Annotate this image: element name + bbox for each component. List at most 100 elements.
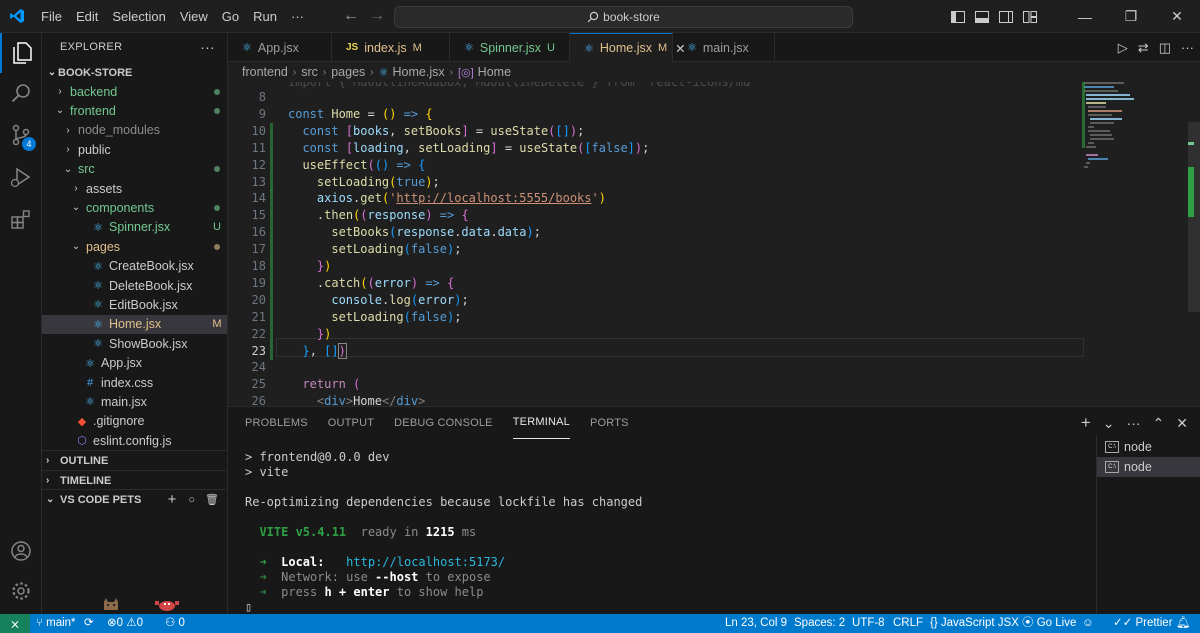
tree-file[interactable]: ⚛ EditBook.jsx xyxy=(42,295,227,314)
tab-terminal[interactable]: TERMINAL xyxy=(512,407,570,439)
maximize-panel-icon[interactable]: ⌃ xyxy=(1153,415,1165,432)
tab-output[interactable]: OUTPUT xyxy=(328,407,374,439)
remote-icon[interactable]: ⨯ xyxy=(0,614,30,633)
pets-section[interactable]: ⌄ VS CODE PETS + ○ 🗑 xyxy=(42,489,227,509)
menu-more[interactable]: ··· xyxy=(284,0,311,33)
close-panel-icon[interactable]: ✕ xyxy=(1176,415,1188,432)
editor-more-icon[interactable]: ··· xyxy=(1181,40,1194,55)
tree-folder[interactable]: › node_modules xyxy=(42,121,227,140)
panel-more-icon[interactable]: ··· xyxy=(1127,415,1141,431)
cursor-position[interactable]: Ln 23, Col 9 xyxy=(725,614,787,633)
tab-problems[interactable]: PROBLEMS xyxy=(245,407,308,439)
terminal-instance[interactable]: C:\ node xyxy=(1097,457,1200,477)
workspace-root[interactable]: ⌄ BOOK-STORE xyxy=(42,63,227,82)
menu-file[interactable]: File xyxy=(34,0,69,33)
tab-spinner-jsx[interactable]: ⚛ Spinner.jsx U xyxy=(450,33,570,62)
prettier-status[interactable]: ✓✓ Prettier xyxy=(1113,614,1173,633)
notifications-bell-icon[interactable]: 🔔︎ xyxy=(1176,614,1191,633)
copilot-icon[interactable]: ☺ xyxy=(1082,614,1094,633)
explorer-icon[interactable] xyxy=(0,33,42,73)
breadcrumb-item[interactable]: Home.jsx xyxy=(393,65,445,79)
tree-file[interactable]: ⚛ DeleteBook.jsx xyxy=(42,276,227,295)
editor-scrollbar[interactable] xyxy=(1188,82,1200,406)
indentation[interactable]: Spaces: 2 xyxy=(794,614,845,633)
tree-file[interactable]: ⚛ CreateBook.jsx xyxy=(42,257,227,276)
tree-folder[interactable]: ⌄ src xyxy=(42,160,227,179)
breadcrumb-item[interactable]: pages xyxy=(331,65,365,79)
encoding[interactable]: UTF-8 xyxy=(852,614,885,633)
new-terminal-icon[interactable]: + xyxy=(1081,413,1091,433)
customize-layout-icon[interactable] xyxy=(1018,0,1042,33)
code-editor[interactable]: import { MdOutlineAddBox, MdOutlineDelet… xyxy=(228,82,1200,406)
tab-app-jsx[interactable]: ⚛ App.jsx xyxy=(228,33,332,62)
close-icon[interactable]: ✕ xyxy=(1154,0,1200,33)
tree-file[interactable]: ⚛ Spinner.jsx U xyxy=(42,218,227,237)
tree-folder[interactable]: › public xyxy=(42,140,227,159)
split-editor-icon[interactable]: ◫ xyxy=(1159,40,1171,56)
minimap[interactable] xyxy=(1080,82,1170,406)
menu-selection[interactable]: Selection xyxy=(105,0,172,33)
tab-index-js[interactable]: JS index.js M xyxy=(332,33,450,62)
menu-view[interactable]: View xyxy=(173,0,215,33)
run-debug-icon[interactable] xyxy=(0,157,42,197)
source-control-icon[interactable]: 4 xyxy=(0,115,42,155)
tree-file[interactable]: ⚛ main.jsx xyxy=(42,392,227,411)
toggle-panel-icon[interactable] xyxy=(970,0,994,33)
terminal-line: ➜ Local: http://localhost:5173/ xyxy=(245,555,506,569)
tree-folder[interactable]: › backend xyxy=(42,82,227,101)
tab-ports[interactable]: PORTS xyxy=(590,407,629,439)
code-line: 11 const [loading, setLoading] = useStat… xyxy=(228,139,1088,157)
tree-item-label: App.jsx xyxy=(101,356,142,371)
restore-icon[interactable]: ❐ xyxy=(1108,0,1154,33)
run-file-icon[interactable]: ▷ xyxy=(1118,40,1128,56)
remove-pet-button[interactable]: 🗑 xyxy=(205,493,219,506)
minimize-icon[interactable]: — xyxy=(1062,0,1108,33)
tree-file[interactable]: ⬡ eslint.config.js xyxy=(42,431,227,450)
sync-icon[interactable]: ⟳ xyxy=(84,614,94,633)
terminal-dropdown-icon[interactable]: ⌄ xyxy=(1103,415,1115,432)
tree-file[interactable]: ⚛ App.jsx xyxy=(42,354,227,373)
toggle-primary-sidebar-icon[interactable] xyxy=(946,0,970,33)
menu-go[interactable]: Go xyxy=(215,0,246,33)
terminal-output[interactable]: > frontend@0.0.0 dev > vite Re-optimizin… xyxy=(245,447,1085,615)
timeline-section[interactable]: › TIMELINE xyxy=(42,470,227,490)
tab-main-jsx[interactable]: ⚛ main.jsx xyxy=(673,33,775,62)
command-center-search[interactable]: book-store xyxy=(394,6,853,28)
terminal-instance[interactable]: C:\ node xyxy=(1097,437,1200,457)
menu-edit[interactable]: Edit xyxy=(69,0,105,33)
tree-file[interactable]: ⚛ Home.jsx M xyxy=(42,314,227,334)
arrow-right-icon[interactable]: → xyxy=(369,7,385,25)
problems-indicator[interactable]: ⊗0 ⚠0 xyxy=(107,614,143,633)
tree-folder[interactable]: ⌄ pages xyxy=(42,237,227,256)
sidebar-more-icon[interactable]: ··· xyxy=(200,39,215,55)
tree-folder[interactable]: ⌄ frontend xyxy=(42,101,227,120)
tree-file[interactable]: ◆ .gitignore xyxy=(42,412,227,431)
breadcrumb-item[interactable]: src xyxy=(301,65,318,79)
search-icon[interactable] xyxy=(0,73,42,113)
branch-indicator[interactable]: ⑂ main* xyxy=(36,614,76,633)
end-of-line[interactable]: CRLF xyxy=(893,614,923,633)
terminal-line: > vite xyxy=(245,465,289,479)
go-live-button[interactable]: ⦿ Go Live xyxy=(1022,614,1076,633)
arrow-left-icon[interactable]: ← xyxy=(343,7,359,25)
menu-run[interactable]: Run xyxy=(246,0,284,33)
tree-file[interactable]: # index.css xyxy=(42,373,227,392)
tab-home-jsx[interactable]: ⚛ Home.jsx M ✕ xyxy=(570,33,686,62)
add-pet-button[interactable]: + xyxy=(168,491,177,508)
code-line: 12 useEffect(() => { xyxy=(228,156,1088,174)
ports-indicator[interactable]: ⚇ 0 xyxy=(165,614,185,633)
breadcrumb-item[interactable]: frontend xyxy=(242,65,288,79)
tree-folder[interactable]: ⌄ components xyxy=(42,198,227,217)
tab-debug-console[interactable]: DEBUG CONSOLE xyxy=(394,407,493,439)
compare-changes-icon[interactable]: ⇄ xyxy=(1138,40,1149,56)
extensions-icon[interactable] xyxy=(0,199,42,239)
settings-gear-icon[interactable] xyxy=(0,571,42,611)
tree-file[interactable]: ⚛ ShowBook.jsx xyxy=(42,334,227,353)
breadcrumb-item[interactable]: Home xyxy=(478,65,511,79)
outline-section[interactable]: › OUTLINE xyxy=(42,450,227,470)
account-icon[interactable] xyxy=(0,531,42,571)
tree-folder[interactable]: › assets xyxy=(42,179,227,198)
language-mode[interactable]: {} JavaScript JSX xyxy=(930,614,1019,633)
toggle-secondary-sidebar-icon[interactable] xyxy=(994,0,1018,33)
throw-ball-button[interactable]: ○ xyxy=(188,494,195,506)
